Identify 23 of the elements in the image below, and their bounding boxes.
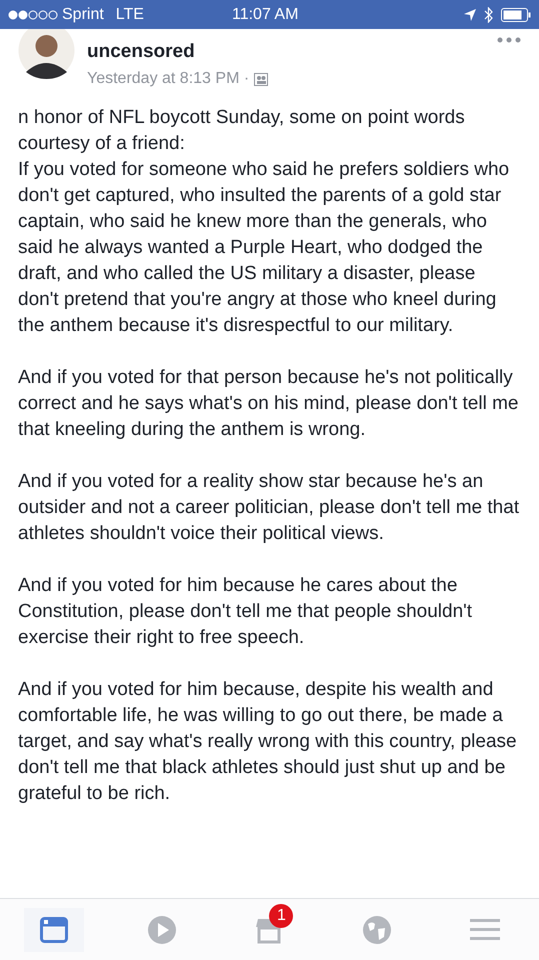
network-label: LTE: [116, 4, 144, 24]
play-icon: [146, 914, 177, 944]
notification-badge: 1: [269, 904, 294, 928]
globe-icon: [362, 914, 392, 944]
menu-icon: [470, 918, 500, 942]
battery-icon: [501, 8, 531, 22]
news-feed-icon: [40, 916, 68, 942]
signal-icon: [8, 10, 58, 20]
bluetooth-icon: [484, 6, 493, 22]
post-paragraph: And if you voted for that person because he's not politically correct and he says what's on his mind, please don't tell me that kneeling during the anthem is wrong.: [18, 366, 520, 442]
group-audience-icon: [254, 72, 268, 86]
post-paragraph: And if you voted for him because he cares about the Constitution, please don't tell me that people shouldn't exercise their right to free speech.: [18, 574, 474, 650]
post-paragraph: And if you voted for him because, despite his wealth and comfortable life, he was willing to go out there, be made a target, and say what's really wrong with this country, please don't tell me that black athletes should just shut up and be grateful to be rich.: [18, 678, 518, 806]
tab-bar-item[interactable]: [24, 908, 84, 952]
post-paragraph: n honor of NFL boycott Sunday, some on point words courtesy of a friend: If you voted for someone who said he prefers soldiers who don't get captured, who insulted the parents of a gold star captain, who said he knew more than the generals, who said he always wanted a Purple Heart, who dodged the draft, and who called the US military a disaster, please don't pretend that you're angry at those who kneel during the anthem because it's disrespectful to our military.: [18, 106, 510, 338]
post-timestamp[interactable]: Yesterday at 8:13 PM ·: [87, 67, 250, 91]
carrier-label: Sprint: [62, 4, 104, 24]
location-arrow-icon: [464, 8, 476, 20]
more-icon[interactable]: [497, 37, 521, 43]
post-paragraph: And if you voted for a reality show star because he's an outsider and not a career politician, please don't tell me that athletes shouldn't voice their political views.: [18, 470, 520, 546]
clock-label: 11:07 AM: [232, 4, 298, 24]
group-name-continued[interactable]: uncensored: [87, 39, 195, 65]
avatar: [18, 29, 75, 79]
